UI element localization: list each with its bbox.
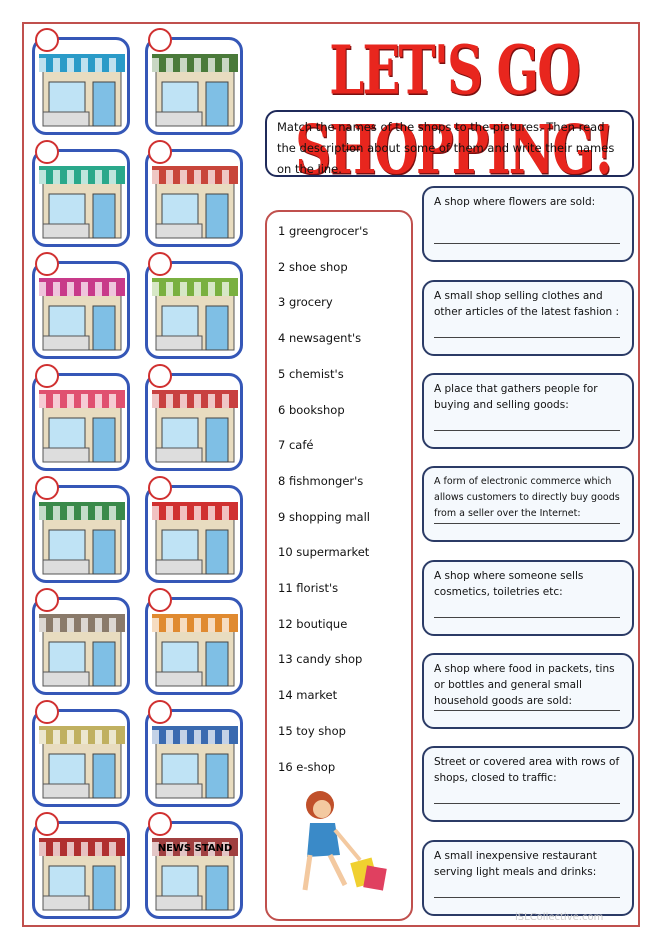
- answer-circle[interactable]: [148, 700, 172, 724]
- answer-line[interactable]: [434, 243, 620, 244]
- watermark: iSLCollective.com: [515, 912, 604, 923]
- instructions: Match the names of the shops to the pict…: [265, 110, 634, 177]
- answer-circle[interactable]: [35, 28, 59, 52]
- answer-circle[interactable]: [35, 588, 59, 612]
- shop-name-item: 3 grocery: [278, 295, 333, 310]
- shop-name-item: 14 market: [278, 688, 338, 703]
- shop-name-item: 1 greengrocer's: [278, 224, 369, 238]
- answer-circle[interactable]: [35, 364, 59, 388]
- shop-name-item: 2 shoe shop: [278, 259, 348, 274]
- description-box: A small inexpensive restaurant serving l…: [422, 840, 634, 916]
- shop-name-item: 8 fishmonger's: [278, 473, 364, 488]
- answer-line[interactable]: [434, 710, 620, 711]
- answer-circle[interactable]: [148, 812, 172, 836]
- shop-name-item: 7 café: [278, 438, 314, 453]
- shop-name-item: 10 supermarket: [278, 545, 370, 560]
- answer-circle[interactable]: [148, 476, 172, 500]
- answer-line[interactable]: [434, 430, 620, 431]
- shop-name-item: 12 boutique: [278, 616, 348, 631]
- shop-name-item: 13 candy shop: [278, 652, 363, 667]
- shop-name-item: 16 e-shop: [278, 759, 336, 774]
- answer-circle[interactable]: [35, 476, 59, 500]
- description-text: A shop where someone sells cosmetics, to…: [434, 570, 584, 598]
- answer-circle[interactable]: [148, 252, 172, 276]
- description-text: A shop where flowers are sold:: [434, 196, 596, 208]
- description-box: Street or covered area with rows of shop…: [422, 746, 634, 822]
- answer-circle[interactable]: [148, 364, 172, 388]
- answer-line[interactable]: [434, 617, 620, 618]
- description-box: A shop where someone sells cosmetics, to…: [422, 560, 634, 636]
- description-text: Street or covered area with rows of shop…: [434, 756, 620, 784]
- answer-line[interactable]: [434, 897, 620, 898]
- answer-line[interactable]: [434, 523, 620, 524]
- shop-name-item: 9 shopping mall: [278, 509, 370, 524]
- description-box: A place that gathers people for buying a…: [422, 373, 634, 449]
- answer-circle[interactable]: [35, 812, 59, 836]
- news-stand-sign: NEWS STAND: [158, 843, 233, 854]
- description-text: A shop where food in packets, tins or bo…: [434, 663, 615, 707]
- shop-name-item: 4 newsagent's: [278, 331, 362, 346]
- description-text: A place that gathers people for buying a…: [434, 383, 598, 411]
- answer-circle[interactable]: [35, 700, 59, 724]
- description-box: A small shop selling clothes and other a…: [422, 280, 634, 356]
- answer-circle[interactable]: [35, 140, 59, 164]
- answer-circle[interactable]: [148, 28, 172, 52]
- answer-line[interactable]: [434, 803, 620, 804]
- answer-circle[interactable]: [148, 588, 172, 612]
- description-box: A form of electronic commerce which allo…: [422, 466, 634, 542]
- shop-name-item: 11 florist's: [278, 581, 339, 595]
- shop-name-item: 5 chemist's: [278, 366, 344, 381]
- description-text: A small shop selling clothes and other a…: [434, 290, 620, 318]
- answer-line[interactable]: [434, 337, 620, 338]
- description-box: A shop where food in packets, tins or bo…: [422, 653, 634, 729]
- description-text: A small inexpensive restaurant serving l…: [434, 850, 597, 878]
- description-box: A shop where flowers are sold:: [422, 186, 634, 262]
- shop-name-item: 15 toy shop: [278, 723, 346, 738]
- shop-name-item: 6 bookshop: [278, 402, 345, 417]
- answer-circle[interactable]: [148, 140, 172, 164]
- answer-circle[interactable]: [35, 252, 59, 276]
- shopper-woman-illustration: [302, 791, 387, 891]
- description-text: A form of electronic commerce which allo…: [434, 476, 620, 519]
